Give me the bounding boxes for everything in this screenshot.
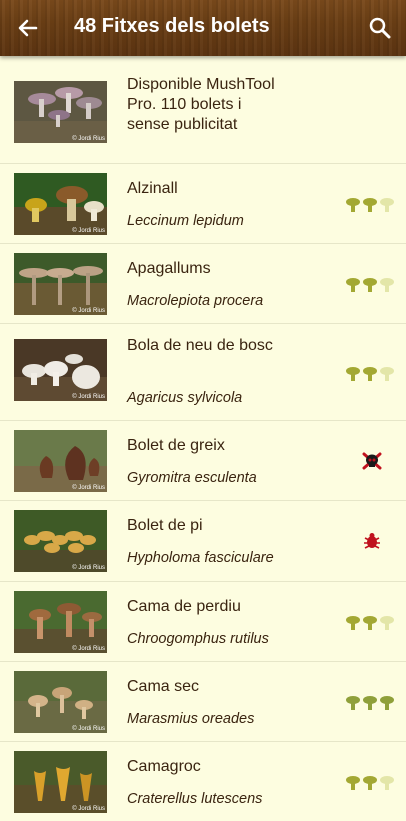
app-bar: 48 Fitxes dels bolets [0,0,406,56]
mushroom-photo: © Jordi Rius [14,339,107,401]
latin-name: Hypholoma fasciculare [127,550,274,566]
search-icon[interactable] [366,14,394,42]
mushroom-photo: © Jordi Rius [14,671,107,733]
latin-name: Gyromitra esculenta [127,470,257,486]
page-title: 48 Fitxes dels bolets [74,15,270,37]
latin-name: Agaricus sylvicola [127,390,243,406]
common-name: Bolet de greix [127,437,225,454]
list-item[interactable]: © Jordi Rius Apagallums Macrolepiota pro… [0,244,406,324]
latin-name: Macrolepiota procera [127,293,264,309]
list-item[interactable]: © Jordi Rius Cama de perdiu Chroogomphus… [0,582,406,662]
edibility-rating [346,277,394,293]
photo-credit: © Jordi Rius [72,726,105,732]
arrow-left-icon[interactable] [14,14,42,42]
photo-credit: © Jordi Rius [72,394,105,400]
list-item[interactable]: © Jordi Rius Bolet de greix Gyromitra es… [0,421,406,501]
edibility-rating [346,366,394,382]
common-name: Bolet de pi [127,517,203,534]
photo-credit: © Jordi Rius [72,565,105,571]
photo-credit: © Jordi Rius [72,485,105,491]
list-item[interactable]: © Jordi Rius Bolet de pi Hypholoma fasci… [0,501,406,582]
common-name: Apagallums [127,260,211,277]
bug-icon [362,532,382,550]
promo-text: Disponible MushTool Pro. 110 bolets i se… [127,76,275,133]
edibility-rating [346,775,394,791]
mushroom-photo: © Jordi Rius [14,253,107,315]
list-item[interactable]: © Jordi Rius Bola de neu de bosc Agaricu… [0,324,406,421]
common-name: Cama sec [127,678,200,695]
promo-row[interactable]: © Jordi Rius Disponible MushTool Pro. 11… [0,56,406,164]
photo-credit: © Jordi Rius [72,806,105,812]
common-name: Alzinall [127,180,178,197]
latin-name: Chroogomphus rutilus [127,631,269,647]
photo-credit: © Jordi Rius [72,308,105,314]
mushroom-photo: © Jordi Rius [14,173,107,235]
latin-name: Craterellus lutescens [127,791,263,807]
edibility-rating [346,197,394,213]
mushroom-photo: © Jordi Rius [14,591,107,653]
mushroom-photo: © Jordi Rius [14,751,107,813]
list-item[interactable]: © Jordi Rius Alzinall Leccinum lepidum [0,164,406,244]
photo-credit: © Jordi Rius [72,136,105,142]
photo-credit: © Jordi Rius [72,646,105,652]
common-name: Bola de neu de bosc [127,337,273,354]
photo-credit: © Jordi Rius [72,228,105,234]
common-name: Cama de perdiu [127,598,241,615]
edibility-rating [346,615,394,631]
mushroom-list: © Jordi Rius Disponible MushTool Pro. 11… [0,56,406,821]
mushroom-photo: © Jordi Rius [14,430,107,492]
list-item[interactable]: © Jordi Rius Cama sec Marasmius oreades [0,662,406,742]
latin-name: Marasmius oreades [127,711,255,727]
latin-name: Leccinum lepidum [127,213,244,229]
edibility-rating [346,695,394,711]
promo-photo: © Jordi Rius [14,81,107,143]
mushroom-photo: © Jordi Rius [14,510,107,572]
list-item[interactable]: © Jordi Rius Camagroc Craterellus lutesc… [0,742,406,821]
common-name: Camagroc [127,758,201,775]
skull-icon [362,452,382,470]
